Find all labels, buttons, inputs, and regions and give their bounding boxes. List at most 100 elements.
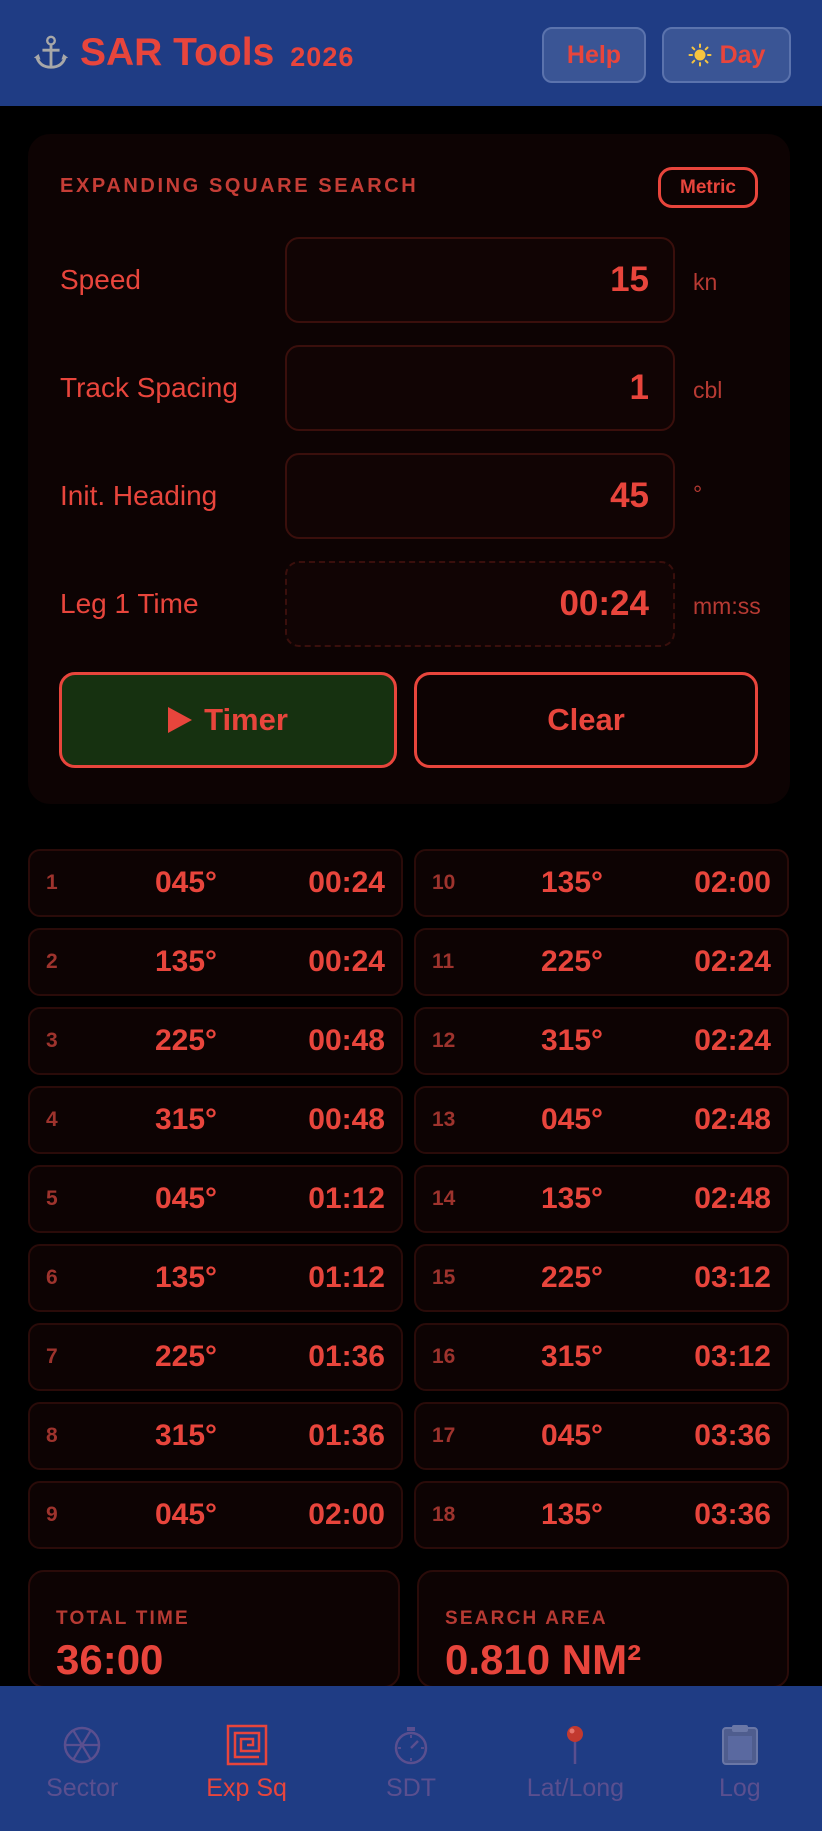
- leg-time: 02:00: [308, 1498, 385, 1531]
- leg-time: 02:24: [694, 1024, 771, 1057]
- timer-button-label: Timer: [204, 702, 288, 737]
- leg-number: 4: [46, 1108, 58, 1131]
- leg-row: 5 045° 01:12: [28, 1165, 403, 1233]
- nav-sector[interactable]: Sector: [0, 1686, 164, 1831]
- bottom-nav: Sector Exp Sq SDT Lat/Long Log: [0, 1686, 822, 1831]
- speed-label: Speed: [60, 264, 141, 295]
- day-button-label: Day: [719, 40, 766, 69]
- leg-row: 11 225° 02:24: [414, 928, 789, 996]
- sun-icon: [688, 43, 712, 67]
- leg-time: 00:24: [308, 866, 385, 899]
- initial-heading-label: Init. Heading: [60, 480, 218, 511]
- leg-time: 02:48: [694, 1103, 771, 1136]
- leg-number: 11: [432, 950, 455, 973]
- track-spacing-input[interactable]: 1: [285, 345, 675, 431]
- clear-button[interactable]: Clear: [414, 672, 758, 768]
- timer-button[interactable]: Timer: [59, 672, 397, 768]
- leg-heading: 315°: [154, 1419, 218, 1452]
- leg-heading: 135°: [154, 1261, 218, 1294]
- expanding-square-icon: [226, 1724, 267, 1766]
- leg-time: 01:12: [308, 1261, 385, 1294]
- leg-heading: 315°: [154, 1103, 218, 1136]
- brand: SAR Tools 2026: [32, 31, 354, 75]
- leg-heading: 225°: [154, 1340, 218, 1373]
- leg-time: 03:12: [694, 1261, 771, 1294]
- leg-number: 1: [46, 871, 58, 894]
- leg-row: 4 315° 00:48: [28, 1086, 403, 1154]
- leg-number: 10: [432, 871, 456, 894]
- leg-time: 02:00: [694, 866, 771, 899]
- leg-time: 02:24: [694, 945, 771, 978]
- leg-time: 01:36: [308, 1340, 385, 1373]
- leg-number: 8: [46, 1424, 58, 1447]
- day-mode-button[interactable]: Day: [662, 27, 791, 83]
- help-button[interactable]: Help: [542, 27, 646, 83]
- leg-number: 13: [432, 1108, 456, 1131]
- leg-heading: 045°: [540, 1419, 604, 1452]
- search-area-value: 0.810 NM²: [445, 1636, 642, 1683]
- play-icon: [168, 707, 193, 733]
- initial-heading-input[interactable]: 45: [285, 453, 675, 539]
- track-spacing-unit: cbl: [693, 377, 723, 403]
- leg-number: 9: [46, 1503, 58, 1526]
- leg-heading: 135°: [540, 1182, 604, 1215]
- nav-exp-sq[interactable]: Exp Sq: [164, 1686, 328, 1831]
- nav-sdt-label: SDT: [386, 1774, 437, 1802]
- help-button-label: Help: [566, 40, 622, 69]
- leg-row: 9 045° 02:00: [28, 1481, 403, 1549]
- total-time-value: 36:00: [56, 1636, 164, 1683]
- nav-sdt[interactable]: SDT: [329, 1686, 493, 1831]
- leg-heading: 045°: [154, 866, 218, 899]
- leg-heading: 315°: [540, 1340, 604, 1373]
- pin-icon: [567, 1726, 584, 1764]
- app-year: 2026: [290, 41, 355, 72]
- leg-heading: 315°: [540, 1024, 604, 1057]
- leg-heading: 225°: [154, 1024, 218, 1057]
- leg-row: 7 225° 01:36: [28, 1323, 403, 1391]
- nav-sector-label: Sector: [46, 1774, 119, 1802]
- leg-heading: 045°: [154, 1182, 218, 1215]
- leg-time: 02:48: [694, 1182, 771, 1215]
- leg-number: 14: [432, 1187, 456, 1210]
- leg-number: 5: [46, 1187, 58, 1210]
- total-time-label: TOTAL TIME: [56, 1608, 190, 1629]
- nav-log[interactable]: Log: [658, 1686, 822, 1831]
- leg-time: 03:12: [694, 1340, 771, 1373]
- anchor-icon: [33, 35, 69, 69]
- leg-number: 2: [46, 950, 58, 973]
- leg-heading: 225°: [540, 1261, 604, 1294]
- leg-row: 6 135° 01:12: [28, 1244, 403, 1312]
- leg-number: 12: [432, 1029, 456, 1052]
- leg-number: 17: [432, 1424, 456, 1447]
- leg-heading: 045°: [154, 1498, 218, 1531]
- leg-row: 17 045° 03:36: [414, 1402, 789, 1470]
- leg-row: 8 315° 01:36: [28, 1402, 403, 1470]
- leg-row: 18 135° 03:36: [414, 1481, 789, 1549]
- leg-time: 03:36: [694, 1498, 771, 1531]
- leg-heading: 135°: [540, 1498, 604, 1531]
- leg1-time-label: Leg 1 Time: [60, 588, 199, 619]
- nav-lat-long[interactable]: Lat/Long: [493, 1686, 657, 1831]
- clear-button-label: Clear: [547, 702, 625, 737]
- app-header: SAR Tools 2026 Help Day: [0, 0, 822, 106]
- leg-number: 15: [432, 1266, 456, 1289]
- speed-input[interactable]: 15: [285, 237, 675, 323]
- search-parameters-card: EXPANDING SQUARE SEARCH Metric Speed 15 …: [28, 134, 790, 804]
- nav-log-label: Log: [718, 1774, 761, 1802]
- clipboard-icon: [721, 1725, 758, 1765]
- leg-time: 00:24: [308, 945, 385, 978]
- leg-time: 01:12: [308, 1182, 385, 1215]
- leg-row: 12 315° 02:24: [414, 1007, 789, 1075]
- nav-lat-long-label: Lat/Long: [526, 1774, 625, 1802]
- stopwatch-icon: [394, 1727, 428, 1765]
- leg1-time-unit: mm:ss: [693, 593, 761, 619]
- leg-heading: 225°: [540, 945, 604, 978]
- leg-time: 00:48: [308, 1103, 385, 1136]
- initial-heading-unit: °: [693, 481, 703, 507]
- total-time-box: TOTAL TIME 36:00: [28, 1570, 400, 1688]
- units-toggle-button[interactable]: Metric: [658, 167, 758, 208]
- leg-row: 1 045° 00:24: [28, 849, 403, 917]
- leg-heading: 135°: [540, 866, 604, 899]
- leg-number: 6: [46, 1266, 58, 1289]
- leg-row: 16 315° 03:12: [414, 1323, 789, 1391]
